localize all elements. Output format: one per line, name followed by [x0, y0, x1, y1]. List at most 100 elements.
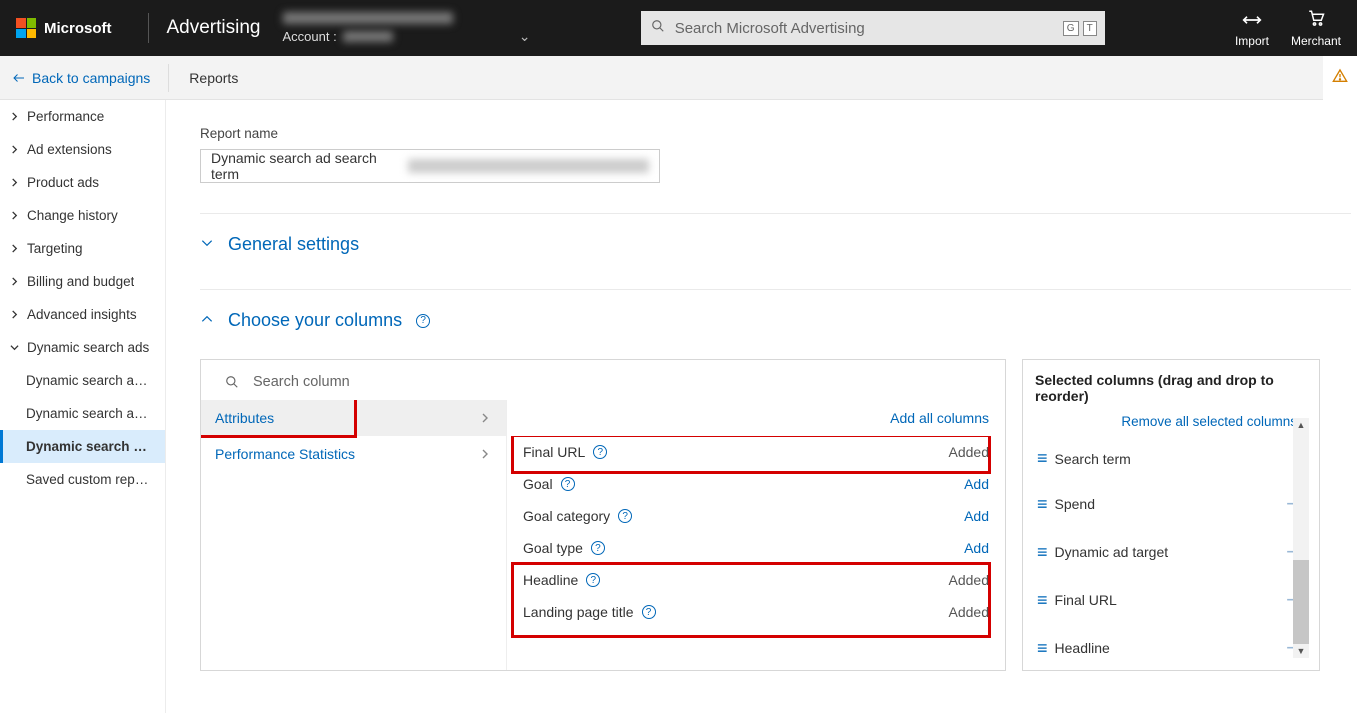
- add-all-columns-link[interactable]: Add all columns: [507, 400, 1005, 436]
- sidebar-sub-item[interactable]: Dynamic search ad ..: [0, 430, 165, 463]
- sidebar-item[interactable]: Product ads: [0, 166, 165, 199]
- product-name: Advertising: [167, 17, 283, 39]
- shortcut-tag-t: T: [1083, 21, 1097, 36]
- sidebar-sub-item[interactable]: Dynamic search ad c...: [0, 397, 165, 430]
- selected-columns-title: Selected columns (drag and drop to reord…: [1035, 372, 1319, 404]
- help-icon[interactable]: ?: [561, 477, 575, 491]
- global-search[interactable]: Search Microsoft Advertising G T: [641, 11, 1105, 45]
- help-icon[interactable]: ?: [591, 541, 605, 555]
- remove-all-selected-link[interactable]: Remove all selected columns: [1035, 404, 1319, 437]
- scrollbar-thumb[interactable]: [1293, 560, 1309, 648]
- category-list: AttributesPerformance Statistics: [201, 400, 507, 670]
- merchant-button[interactable]: Merchant: [1291, 9, 1341, 48]
- add-column-link[interactable]: Add: [964, 476, 989, 492]
- chevron-down-icon[interactable]: ⌄: [519, 28, 531, 45]
- add-column-link[interactable]: Add: [964, 540, 989, 556]
- column-search-input[interactable]: Search column: [201, 360, 1005, 400]
- search-icon: [225, 375, 239, 389]
- help-icon[interactable]: ?: [593, 445, 607, 459]
- column-row: Goal type ?Add: [507, 532, 1005, 564]
- column-added-label: Added: [949, 604, 989, 620]
- account-id-redacted: x: [343, 31, 393, 42]
- sidebar-item[interactable]: Billing and budget: [0, 265, 165, 298]
- column-row: Landing page title ?Added: [507, 596, 1005, 628]
- sidebar-item[interactable]: Ad extensions: [0, 133, 165, 166]
- chevron-right-icon: [10, 145, 19, 154]
- drag-handle-icon[interactable]: ≡: [1037, 590, 1045, 611]
- brand-word: Microsoft: [44, 20, 112, 37]
- import-label: Import: [1235, 34, 1269, 48]
- back-label: Back to campaigns: [32, 70, 150, 86]
- sidebar-item[interactable]: Change history: [0, 199, 165, 232]
- add-column-link[interactable]: Add: [964, 508, 989, 524]
- drag-handle-icon[interactable]: ≡: [1037, 638, 1045, 659]
- scroll-up-arrow-icon[interactable]: ▲: [1293, 418, 1309, 432]
- drag-handle-icon[interactable]: ≡: [1037, 448, 1045, 469]
- chevron-right-icon: [10, 112, 19, 121]
- sidebar-item-dynamic-search-ads[interactable]: Dynamic search ads: [0, 331, 165, 364]
- help-icon[interactable]: ?: [416, 314, 430, 328]
- category-item[interactable]: Attributes: [201, 400, 506, 436]
- chevron-right-icon: [10, 310, 19, 319]
- search-icon: [651, 19, 665, 37]
- report-name-input[interactable]: Dynamic search ad search term x: [200, 149, 660, 183]
- account-name-redacted: x: [283, 12, 453, 24]
- scrollbar[interactable]: ▲ ▼: [1293, 420, 1309, 656]
- help-icon[interactable]: ?: [586, 573, 600, 587]
- column-row: Headline ?Added: [507, 564, 1005, 596]
- choose-columns-section-toggle[interactable]: Choose your columns ?: [200, 306, 1351, 335]
- sidebar-item[interactable]: Performance: [0, 100, 165, 133]
- column-row: Goal ?Add: [507, 468, 1005, 500]
- reports-tab[interactable]: Reports: [169, 56, 258, 99]
- category-item[interactable]: Performance Statistics: [201, 436, 506, 472]
- column-picker-panel: Search column AttributesPerformance Stat…: [200, 359, 1006, 671]
- help-icon[interactable]: ?: [642, 605, 656, 619]
- shortcut-tag-g: G: [1063, 21, 1079, 36]
- scroll-down-arrow-icon[interactable]: ▼: [1293, 644, 1309, 658]
- selected-column-row[interactable]: ≡Dynamic ad target−: [1035, 528, 1311, 576]
- selected-column-row[interactable]: ≡Headline−: [1035, 624, 1311, 669]
- chevron-right-icon: [10, 178, 19, 187]
- search-placeholder: Search Microsoft Advertising: [675, 20, 865, 37]
- sidebar-sub-item[interactable]: Dynamic search ad a...: [0, 364, 165, 397]
- divider: [200, 213, 1351, 214]
- chevron-right-icon: [10, 211, 19, 220]
- report-name-redacted: x: [408, 159, 649, 173]
- top-bar: Microsoft Advertising x Account : x ⌄ Se…: [0, 0, 1357, 56]
- import-icon: [1242, 13, 1262, 30]
- microsoft-logo[interactable]: Microsoft: [16, 18, 130, 38]
- drag-handle-icon[interactable]: ≡: [1037, 542, 1045, 563]
- back-to-campaigns-link[interactable]: Back to campaigns: [0, 56, 168, 99]
- chevron-right-icon: [480, 446, 490, 462]
- chevron-right-icon: [10, 244, 19, 253]
- sub-bar: Back to campaigns Reports: [0, 56, 1357, 100]
- warning-icon: [1332, 68, 1348, 89]
- cart-icon: [1307, 9, 1325, 30]
- general-settings-section-toggle[interactable]: General settings: [200, 230, 1351, 259]
- help-icon[interactable]: ?: [618, 509, 632, 523]
- column-added-label: Added: [949, 572, 989, 588]
- chevron-right-icon: [10, 277, 19, 286]
- column-row: Goal category ?Add: [507, 500, 1005, 532]
- selected-column-row[interactable]: ≡Search term: [1035, 437, 1311, 480]
- sidebar: PerformanceAd extensionsProduct adsChang…: [0, 100, 166, 713]
- account-label: Account :: [283, 29, 337, 44]
- import-button[interactable]: Import: [1235, 13, 1269, 48]
- chevron-down-icon: [200, 234, 214, 255]
- column-added-label: Added: [949, 444, 989, 460]
- selected-column-row[interactable]: ≡Spend−: [1035, 480, 1311, 528]
- chevron-down-icon: [10, 343, 19, 352]
- chevron-right-icon: [480, 410, 490, 426]
- selected-column-row[interactable]: ≡Final URL−: [1035, 576, 1311, 624]
- sidebar-item[interactable]: Advanced insights: [0, 298, 165, 331]
- account-selector[interactable]: x Account : x ⌄: [283, 12, 531, 45]
- sidebar-item-saved-reports[interactable]: Saved custom reports: [0, 463, 165, 496]
- merchant-label: Merchant: [1291, 34, 1341, 48]
- microsoft-logo-icon: [16, 18, 36, 38]
- content: Report name Dynamic search ad search ter…: [166, 100, 1357, 713]
- sidebar-item[interactable]: Targeting: [0, 232, 165, 265]
- drag-handle-icon[interactable]: ≡: [1037, 494, 1045, 515]
- alerts-button[interactable]: [1323, 56, 1357, 100]
- divider: [148, 13, 149, 43]
- selected-columns-panel: Selected columns (drag and drop to reord…: [1022, 359, 1320, 671]
